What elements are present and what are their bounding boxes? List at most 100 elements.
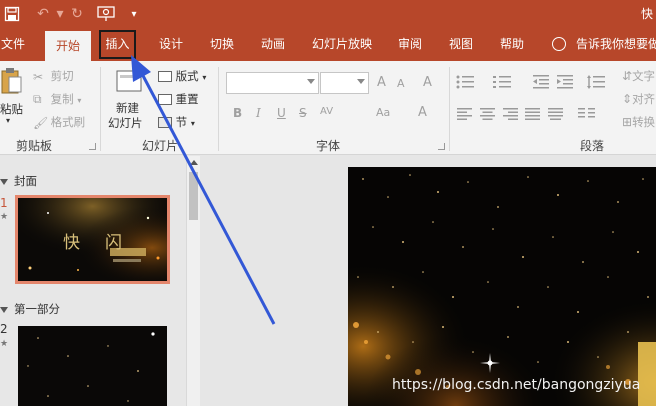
columns-icon[interactable]	[578, 108, 596, 120]
tab-home[interactable]: 开始	[45, 31, 91, 61]
clipboard-group-label: 剪贴板	[16, 139, 53, 153]
paste-icon	[1, 68, 22, 94]
char-spacing-button[interactable]: AV	[320, 106, 333, 117]
main-slide-background	[348, 167, 656, 406]
align-text-icon: ⇕	[622, 92, 633, 106]
group-divider	[100, 67, 101, 151]
paste-label: 粘贴	[0, 102, 23, 116]
tab-review[interactable]: 审阅	[393, 28, 427, 61]
decrease-indent-icon[interactable]	[533, 75, 549, 89]
align-text-button[interactable]: ⇕对齐	[622, 91, 655, 107]
numbering-icon[interactable]	[493, 75, 513, 89]
cut-label: 剪切	[50, 69, 74, 83]
tab-slideshow[interactable]: 幻灯片放映	[308, 28, 376, 61]
new-slide-label-1: 新建	[116, 101, 139, 115]
convert-smartart-button[interactable]: ⊞转换	[622, 114, 655, 130]
line-spacing-icon[interactable]	[587, 75, 605, 89]
slide-number: 1	[0, 196, 8, 210]
increase-indent-icon[interactable]	[557, 75, 573, 89]
tab-animations[interactable]: 动画	[256, 28, 290, 61]
main-slide-canvas[interactable]	[348, 167, 656, 406]
slides-group-label: 幻灯片	[142, 139, 179, 153]
font-size-combo[interactable]	[320, 72, 369, 94]
reset-button[interactable]: 重置	[158, 91, 199, 107]
text-direction-icon: ⇵	[622, 69, 633, 83]
align-center-icon[interactable]	[480, 108, 495, 120]
layout-icon	[158, 71, 172, 82]
reset-label: 重置	[175, 92, 199, 106]
slide-thumbnail-2-image	[18, 326, 167, 406]
section-label: 节	[175, 115, 188, 129]
copy-label: 复制	[50, 92, 74, 106]
slide-thumbnail-2[interactable]	[18, 326, 167, 406]
group-divider	[218, 67, 219, 151]
scrollbar-thumb[interactable]	[189, 172, 198, 220]
paintbrush-icon: 🖌	[33, 115, 49, 130]
font-group-label: 字体	[316, 139, 341, 153]
align-text-label: 对齐	[632, 92, 656, 106]
section-header-part1[interactable]: 第一部分	[0, 301, 60, 317]
grow-font-icon[interactable]: A	[377, 75, 386, 90]
tab-insert[interactable]: 插入	[97, 28, 138, 61]
save-icon[interactable]	[2, 4, 22, 24]
new-slide-label-2: 幻灯片	[108, 116, 143, 130]
underline-button[interactable]: U	[277, 106, 286, 120]
strikethrough-button[interactable]: S	[299, 106, 307, 120]
text-direction-button[interactable]: ⇵文字	[622, 68, 655, 84]
section-icon	[158, 117, 172, 128]
clipboard-launcher-icon[interactable]	[89, 143, 96, 150]
font-color-button[interactable]: A	[418, 105, 427, 120]
format-painter-label: 格式刷	[50, 115, 86, 129]
slide-number: 2	[0, 322, 8, 336]
copy-icon: ⧉	[33, 92, 42, 106]
customize-toolbar-icon[interactable]: ▾	[124, 4, 144, 24]
shrink-font-icon[interactable]: A	[397, 77, 405, 90]
scissors-icon: ✂	[33, 69, 44, 84]
align-right-icon[interactable]	[503, 108, 518, 120]
bullets-icon[interactable]	[456, 75, 476, 89]
section-title: 第一部分	[14, 302, 60, 316]
bold-button[interactable]: B	[233, 106, 242, 120]
paste-button[interactable]: 粘贴 ▾	[0, 67, 24, 129]
star-icon: ★	[0, 339, 9, 349]
italic-button[interactable]: I	[256, 106, 261, 120]
change-case-button[interactable]: Aa	[376, 106, 390, 119]
ribbon-home: 粘贴 ▾ ✂ 剪切 ⧉ 复制 ▾ 🖌 格式刷 剪贴板 新建 幻灯片 版式 ▾ 重…	[0, 61, 656, 155]
justify-icon[interactable]	[525, 108, 540, 120]
clear-format-icon[interactable]: A	[423, 75, 432, 90]
layout-button[interactable]: 版式 ▾	[158, 68, 206, 84]
tab-transitions[interactable]: 切换	[205, 28, 239, 61]
chevron-down-icon	[357, 79, 365, 84]
collapse-triangle-icon[interactable]	[0, 306, 8, 313]
format-painter-button[interactable]: 🖌 格式刷	[33, 114, 85, 130]
paste-dropdown-icon: ▾	[6, 116, 11, 125]
collapse-triangle-icon[interactable]	[0, 178, 8, 185]
star-icon: ★	[0, 212, 9, 222]
font-name-combo[interactable]	[226, 72, 319, 94]
font-launcher-icon[interactable]	[438, 143, 445, 150]
tab-view[interactable]: 视图	[444, 28, 478, 61]
reset-icon	[158, 94, 172, 105]
redo-icon[interactable]: ↻	[67, 4, 87, 24]
tell-me-box[interactable]: 告诉我你想要做	[552, 28, 656, 61]
section-header-cover[interactable]: 封面	[0, 173, 37, 189]
tab-design[interactable]: 设计	[154, 28, 188, 61]
distributed-icon[interactable]	[548, 108, 563, 120]
title-bar: ↶ ▾ ↻ ▾ 快	[0, 0, 656, 28]
slide-thumbnail-1-image	[18, 198, 167, 281]
scroll-up-icon[interactable]	[190, 160, 198, 165]
thumb-title-char: 快	[63, 233, 80, 253]
present-from-start-icon[interactable]	[96, 4, 116, 24]
cut-button[interactable]: ✂ 剪切	[33, 68, 74, 84]
align-left-icon[interactable]	[457, 108, 472, 120]
section-button[interactable]: 节 ▾	[158, 114, 195, 130]
copy-button[interactable]: ⧉ 复制 ▾	[33, 91, 81, 107]
lightbulb-icon	[552, 36, 566, 51]
slide-thumbnail-1[interactable]: 快 闪	[15, 195, 170, 284]
tab-help[interactable]: 帮助	[495, 28, 529, 61]
slide-thumbnail-pane: 封面 1 ★ 快 闪 第一部分 2 ★	[0, 156, 186, 406]
thumbnail-scrollbar[interactable]	[186, 156, 200, 406]
tab-file[interactable]: 文件	[0, 28, 26, 61]
new-slide-button[interactable]: 新建 幻灯片	[104, 67, 152, 131]
chevron-down-icon	[307, 79, 315, 84]
